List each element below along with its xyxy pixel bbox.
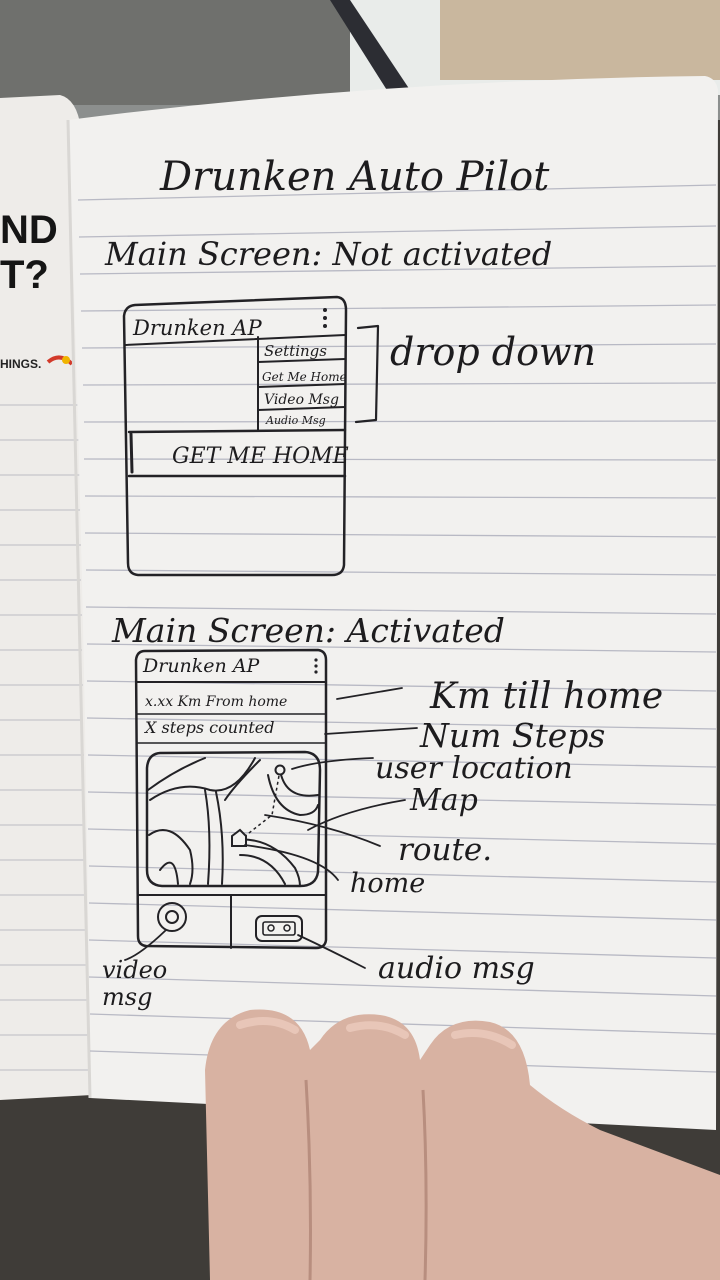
mockup2-steps-text: X steps counted xyxy=(143,718,274,737)
annotation-video-msg-line2: msg xyxy=(102,983,152,1011)
annotation-map: Map xyxy=(409,783,478,818)
annotation-video-msg-line1: video xyxy=(102,956,167,984)
mockup1-app-title: Drunken AP xyxy=(132,316,262,340)
mockup1-kebab-icon xyxy=(323,308,327,328)
mockup2-app-title: Drunken AP xyxy=(142,655,261,677)
left-page-text-2: T? xyxy=(0,253,49,297)
mockup1-get-me-home-button: GET ME HOME xyxy=(172,444,349,469)
menu-item-audio-msg: Audio Msg xyxy=(265,414,326,427)
user-location-marker xyxy=(274,764,286,776)
annotation-num-steps: Num Steps xyxy=(419,716,605,755)
left-page-text-1: ND xyxy=(0,208,58,252)
annotation-drop-down: drop down xyxy=(390,330,596,374)
annotation-route: route. xyxy=(398,832,492,868)
left-page-text-3: HINGS. xyxy=(0,357,41,371)
photo-scene: ND T? HINGS. Drunken Auto Pilot Main Scr… xyxy=(0,0,720,1280)
annotation-audio-msg: audio msg xyxy=(378,951,535,986)
annotation-km-till-home: Km till home xyxy=(429,676,663,717)
section-heading-activated: Main Screen: Activated xyxy=(111,611,505,650)
menu-item-video-msg: Video Msg xyxy=(264,392,339,408)
mockup2-distance-text: x.xx Km From home xyxy=(145,694,287,710)
page-title: Drunken Auto Pilot xyxy=(159,154,550,200)
menu-item-settings: Settings xyxy=(264,342,327,360)
annotation-home: home xyxy=(350,868,425,899)
menu-item-get-me-home: Get Me Home xyxy=(262,370,347,384)
mockup2-kebab-icon xyxy=(314,658,318,674)
annotation-user-location: user location xyxy=(375,751,573,786)
section-heading-not-activated: Main Screen: Not activated xyxy=(104,235,552,273)
